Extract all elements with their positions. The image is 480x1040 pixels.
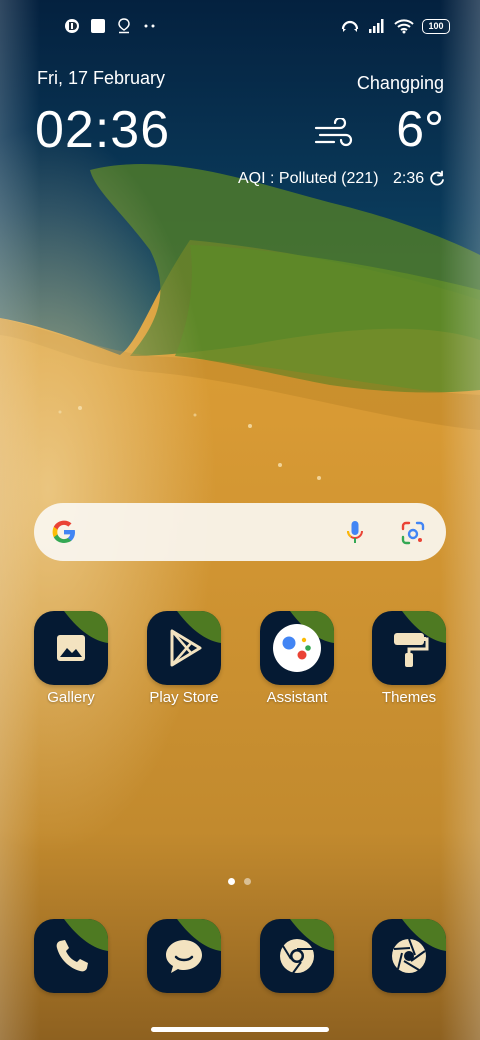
app-gallery[interactable]: Gallery <box>21 611 121 706</box>
page-dot <box>244 878 251 885</box>
status-bar: 100 <box>0 0 480 56</box>
refresh-icon[interactable] <box>428 170 446 188</box>
date-label[interactable]: Fri, 17 February <box>37 68 165 89</box>
assistant-icon[interactable] <box>260 611 334 685</box>
wind-icon <box>314 118 353 147</box>
dock-messages[interactable] <box>134 919 234 993</box>
app-themes[interactable]: Themes <box>359 611 459 706</box>
wifi-icon <box>394 18 414 34</box>
chrome-icon[interactable] <box>260 919 334 993</box>
aqi-label: AQI : Polluted (221) <box>238 170 379 187</box>
camera-icon[interactable] <box>372 919 446 993</box>
gallery-icon[interactable] <box>34 611 108 685</box>
dock-phone[interactable] <box>21 919 121 993</box>
data-sync-icon <box>340 18 360 34</box>
page-dot-active <box>228 878 235 885</box>
page-indicator <box>228 878 251 885</box>
app-label: Gallery <box>47 689 95 706</box>
status-bar-right: 100 <box>340 18 450 34</box>
clock-time[interactable]: 02:36 <box>35 100 170 160</box>
weather-city[interactable]: Changping <box>357 73 444 94</box>
notification-app-icon <box>64 18 80 34</box>
edge-glow-left <box>0 0 40 1040</box>
more-dots-icon <box>142 18 158 34</box>
google-search-bar[interactable] <box>34 503 446 561</box>
app-play-store[interactable]: Play Store <box>134 611 234 706</box>
weather-temperature[interactable]: 6° <box>396 100 444 158</box>
dock-camera[interactable] <box>359 919 459 993</box>
messages-icon[interactable] <box>147 919 221 993</box>
home-screen: 100 Fri, 17 February 02:36 Changping 6° … <box>0 0 480 1040</box>
square-notification-icon <box>90 18 106 34</box>
signal-icon <box>368 18 386 34</box>
app-label: Play Store <box>149 689 219 706</box>
location-pin-icon <box>116 18 132 34</box>
voice-search-mic-icon[interactable] <box>340 518 370 548</box>
google-lens-icon[interactable] <box>398 518 428 548</box>
weather-update-time: 2:36 <box>393 170 425 187</box>
app-label: Themes <box>381 689 437 706</box>
battery-indicator: 100 <box>422 18 450 34</box>
phone-icon[interactable] <box>34 919 108 993</box>
edge-glow-right <box>440 0 480 1040</box>
dock-chrome[interactable] <box>247 919 347 993</box>
status-bar-left <box>64 18 158 34</box>
google-logo-icon <box>52 520 75 543</box>
app-assistant[interactable]: Assistant <box>247 611 347 706</box>
play-store-icon[interactable] <box>147 611 221 685</box>
themes-icon[interactable] <box>372 611 446 685</box>
app-label: Assistant <box>266 689 328 706</box>
home-gesture-bar[interactable] <box>151 1027 329 1032</box>
